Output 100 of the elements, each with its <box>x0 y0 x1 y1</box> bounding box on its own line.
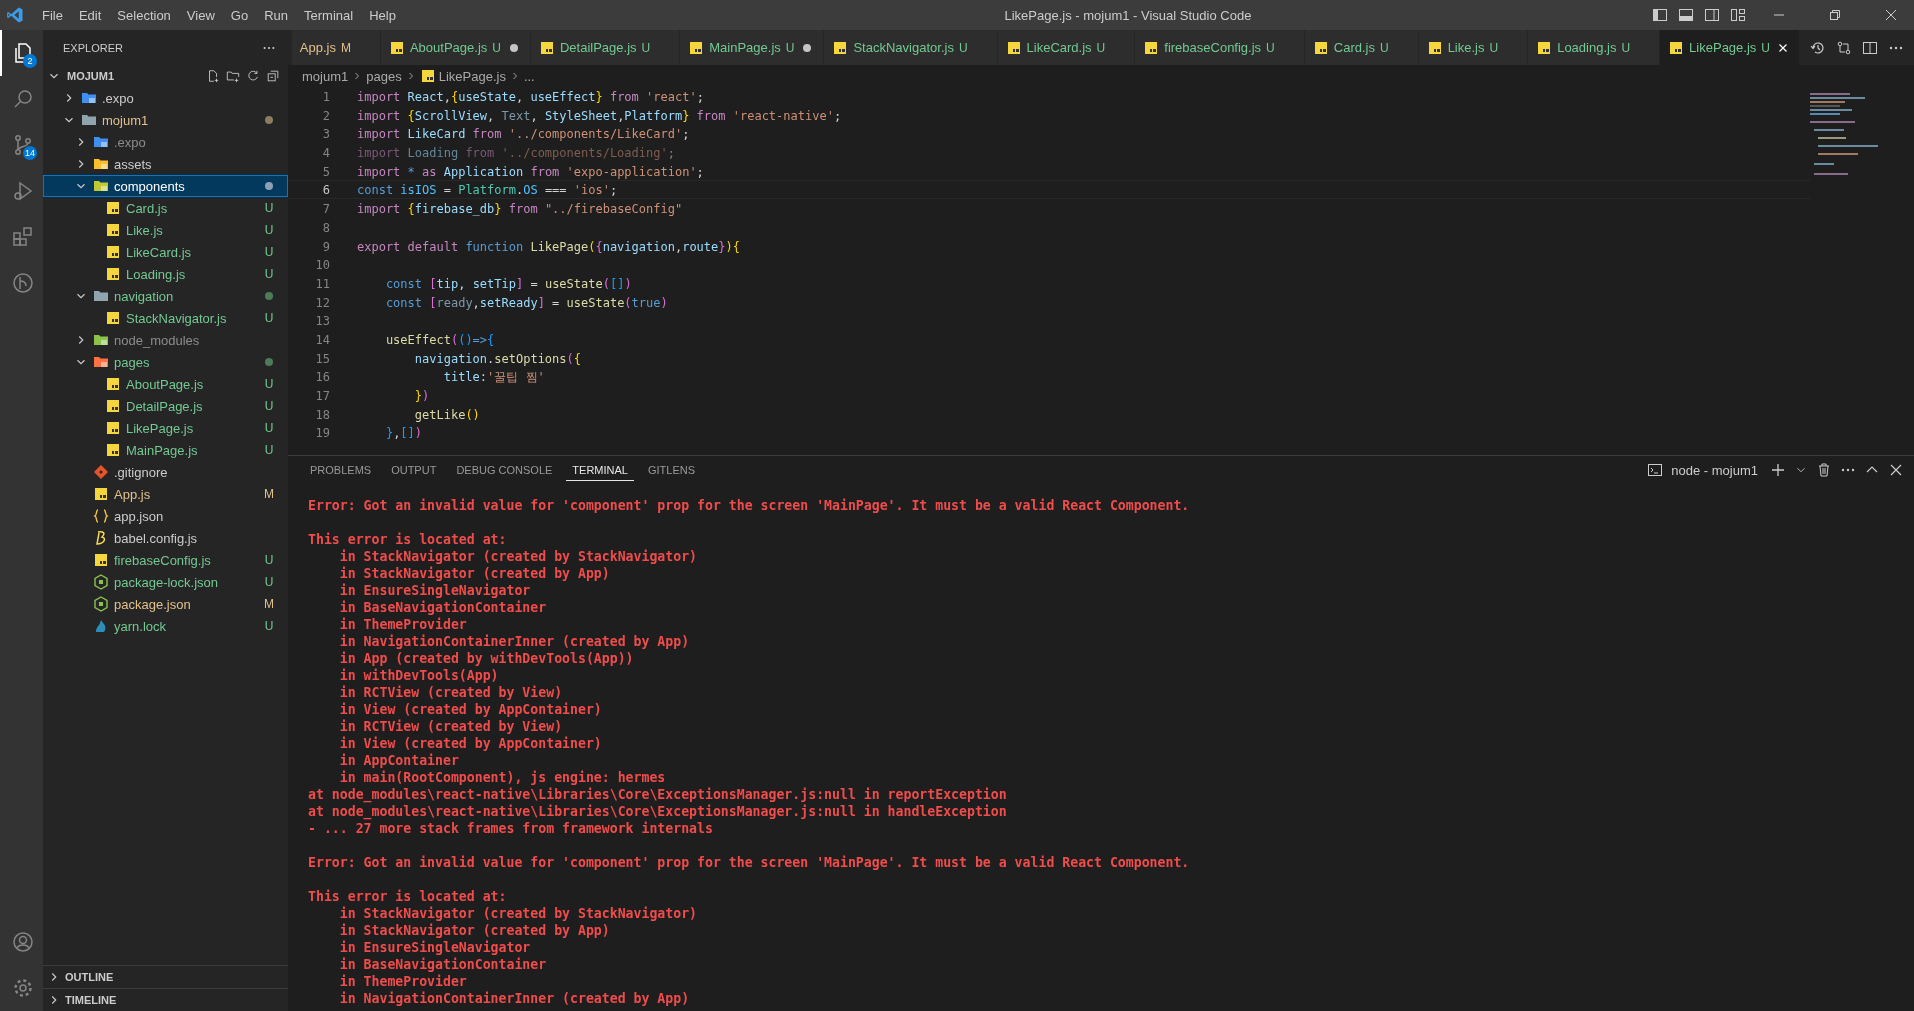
toggle-panel-icon[interactable] <box>1678 7 1694 23</box>
activity-button[interactable]: 14 <box>0 122 43 168</box>
tree-item[interactable]: app.json <box>43 505 288 527</box>
menu-item[interactable]: View <box>178 7 223 23</box>
panel-tab[interactable]: PROBLEMS <box>304 459 378 481</box>
tree-item[interactable]: LikeCard.js U <box>43 241 288 263</box>
terminal-name[interactable]: node - mojum1 <box>1671 462 1758 478</box>
terminal-line: in RCTView (created by View) <box>338 684 564 701</box>
tree-label: Card.js <box>126 200 169 216</box>
new-folder-icon[interactable] <box>226 69 240 83</box>
tree-item[interactable]: assets <box>43 153 288 175</box>
menu-item[interactable]: Terminal <box>296 7 362 23</box>
trash-icon[interactable] <box>1816 462 1832 478</box>
folder-header[interactable]: MOJUM1 <box>67 70 200 82</box>
tree-item[interactable]: navigation <box>43 285 288 307</box>
count-badge: 2 <box>23 54 37 68</box>
split-editor-icon[interactable] <box>1862 39 1878 56</box>
tree-item[interactable]: App.js M <box>43 483 288 505</box>
tree-item[interactable]: StackNavigator.js U <box>43 307 288 329</box>
menu-item[interactable]: Go <box>222 7 257 23</box>
panel-tab[interactable]: TERMINAL <box>566 459 634 481</box>
tree-item[interactable]: Card.js U <box>43 197 288 219</box>
restore-icon[interactable] <box>1827 7 1843 23</box>
panel-tab[interactable]: GITLENS <box>641 459 702 481</box>
panel-tab[interactable]: DEBUG CONSOLE <box>450 459 559 481</box>
tab-label: Card.js <box>1333 40 1375 55</box>
tree-label: mojum1 <box>102 112 150 128</box>
terminal-line: in StackNavigator (created by StackNavigator) <box>338 548 699 565</box>
menu-item[interactable]: File <box>34 7 71 23</box>
git-status: U <box>263 575 275 589</box>
tree-item[interactable]: yarn.lock U <box>43 615 288 637</box>
tree-item[interactable]: firebaseConfig.js U <box>43 549 288 571</box>
terminal-line: in View (created by AppContainer) <box>338 735 603 752</box>
layout-grid-icon[interactable] <box>1730 7 1746 23</box>
tree-item[interactable]: MainPage.js U <box>43 439 288 461</box>
tree-item[interactable]: .expo <box>43 87 288 109</box>
tab-label: LikePage.js <box>1689 40 1757 55</box>
folder-icon <box>81 112 97 128</box>
editor-tab[interactable]: Loading.js U <box>1528 30 1661 65</box>
breadcrumb-item[interactable]: LikePage.js <box>438 68 506 84</box>
editor-tab[interactable]: DetailPage.js U <box>530 30 681 65</box>
close-icon[interactable] <box>1888 462 1904 478</box>
refresh-icon[interactable] <box>246 69 260 83</box>
code-line: import React,{useState, useEffect} from 'react'; <box>357 89 704 105</box>
js-file-icon <box>105 200 121 216</box>
git-status: U <box>1489 40 1499 55</box>
breadcrumb-item[interactable]: ... <box>523 68 535 84</box>
editor-tab[interactable]: LikeCard.js U <box>997 30 1136 65</box>
menu-item[interactable]: Run <box>256 7 296 23</box>
tree-item[interactable]: .expo <box>43 131 288 153</box>
terminal-line: in NavigationContainerInner (created by App) <box>338 990 691 1007</box>
terminal-line: in BaseNavigationContainer <box>338 599 548 616</box>
history-icon[interactable] <box>1810 39 1826 56</box>
line-number: 17 <box>314 388 331 404</box>
split-layout-icon[interactable] <box>1704 7 1720 23</box>
editor-tab[interactable]: Card.js U <box>1304 30 1419 65</box>
panel-tab[interactable]: OUTPUT <box>385 459 443 481</box>
tab-label: AboutPage.js <box>409 40 488 55</box>
menu-item[interactable]: Help <box>361 7 404 23</box>
tree-item[interactable]: AboutPage.js U <box>43 373 288 395</box>
tree-item[interactable]: .gitignore <box>43 461 288 483</box>
git-status: U <box>492 40 501 55</box>
tree-item[interactable]: LikePage.js U <box>43 417 288 439</box>
tree-label: firebaseConfig.js <box>114 552 212 568</box>
editor-tab[interactable]: LikePage.js U <box>1660 30 1800 65</box>
close-icon[interactable] <box>1883 7 1899 23</box>
editor-tab[interactable]: Like.js U <box>1418 30 1529 65</box>
plus-icon[interactable] <box>1770 462 1786 478</box>
tree-item[interactable]: pages <box>43 351 288 373</box>
js-file-icon <box>1143 39 1160 56</box>
tree-item[interactable]: node_modules <box>43 329 288 351</box>
toggle-sidebar-icon[interactable] <box>1652 7 1668 23</box>
tree-item[interactable]: package.json M <box>43 593 288 615</box>
menu-item[interactable]: Selection <box>109 7 179 23</box>
tree-item[interactable]: DetailPage.js U <box>43 395 288 417</box>
menu-item[interactable]: Edit <box>70 7 110 23</box>
tree-item[interactable]: babel.config.js <box>43 527 288 549</box>
tab-label: LikeCard.js <box>1026 40 1092 55</box>
tree-item[interactable]: Loading.js U <box>43 263 288 285</box>
editor-tab[interactable]: firebaseConfig.js U <box>1135 30 1305 65</box>
tree-item[interactable]: components <box>43 175 288 197</box>
editor-tab[interactable]: AboutPage.js U <box>380 30 531 65</box>
breadcrumb-item[interactable]: pages <box>366 68 402 84</box>
tree-item[interactable]: mojum1 <box>43 109 288 131</box>
tree-item[interactable]: Like.js U <box>43 219 288 241</box>
editor-tab[interactable]: App.js M <box>291 30 381 65</box>
folder-icon <box>93 156 109 172</box>
sidebar-section[interactable]: TIMELINE <box>43 988 288 1011</box>
line-number: 14 <box>314 331 331 348</box>
compare-changes-icon[interactable] <box>1836 39 1852 56</box>
new-file-icon[interactable] <box>206 69 220 83</box>
terminal-line: in main(RootComponent), js engine: hermes <box>338 769 667 786</box>
tree-label: App.js <box>114 486 152 502</box>
tree-item[interactable]: package-lock.json U <box>43 571 288 593</box>
breadcrumb-item[interactable]: mojum1 <box>302 68 349 84</box>
editor-tab[interactable]: MainPage.js U <box>680 30 825 65</box>
editor-tab[interactable]: StackNavigator.js U <box>824 30 998 65</box>
tab-label: Loading.js <box>1557 40 1617 55</box>
sidebar-section[interactable]: OUTLINE <box>43 965 288 988</box>
collapse-all-icon[interactable] <box>266 69 280 83</box>
